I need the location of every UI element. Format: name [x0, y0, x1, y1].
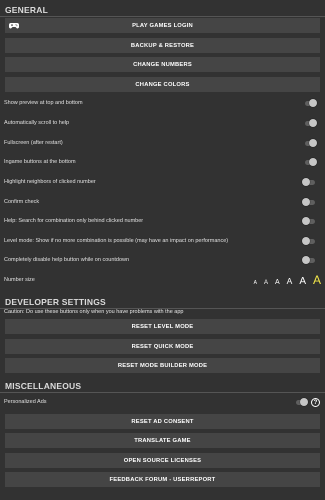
setting-label: Personalized Ads [4, 399, 47, 405]
setting-label: Highlight neighbors of clicked number [4, 179, 96, 185]
reset-quick-mode-button[interactable]: RESET QUICK MODE [5, 339, 320, 354]
setting-label: Ingame buttons at the bottom [4, 159, 76, 165]
toggle-switch[interactable] [304, 98, 318, 108]
number-size-option[interactable]: A [275, 279, 280, 286]
reset-mode-builder-button[interactable]: RESET MODE BUILDER MODE [5, 358, 320, 373]
number-size-option[interactable]: A [264, 280, 268, 286]
gamepad-icon [9, 23, 19, 29]
setting-label: Confirm check [4, 199, 40, 205]
toggle-switch[interactable] [302, 255, 316, 265]
setting-ingame-buttons-bottom[interactable]: Ingame buttons at the bottom [4, 155, 322, 169]
setting-personalized-ads[interactable]: Personalized Ads [4, 395, 322, 409]
help-icon[interactable]: ? [311, 398, 320, 407]
number-size-option[interactable]: A [299, 276, 306, 287]
setting-label: Automatically scroll to help [4, 120, 70, 126]
play-games-login-button[interactable]: PLAY GAMES LOGIN [5, 18, 320, 33]
reset-ad-consent-button[interactable]: RESET AD CONSENT [5, 414, 320, 429]
setting-label: Level mode: Show if no more combination … [4, 238, 229, 244]
change-colors-button[interactable]: CHANGE COLORS [5, 77, 320, 92]
reset-level-mode-button[interactable]: RESET LEVEL MODE [5, 319, 320, 334]
setting-show-preview[interactable]: Show preview at top and bottom [4, 96, 322, 110]
setting-label: Help: Search for combination only behind… [4, 218, 144, 224]
setting-auto-scroll[interactable]: Automatically scroll to help [4, 116, 322, 130]
setting-help-search[interactable]: Help: Search for combination only behind… [4, 214, 322, 228]
toggle-switch[interactable] [302, 197, 316, 207]
toggle-switch[interactable] [302, 177, 316, 187]
misc-section-header: MISCELLANEOUS [5, 381, 82, 391]
developer-caution-text: Caution: Do use these buttons only when … [4, 309, 184, 315]
setting-label: Fullscreen (after restart) [4, 140, 63, 146]
feedback-forum-button[interactable]: FEEDBACK FORUM - USERREPORT [5, 472, 320, 487]
section-divider [0, 392, 325, 393]
setting-disable-help-countdown[interactable]: Completely disable help button while on … [4, 253, 322, 267]
general-section-header: GENERAL [5, 5, 48, 15]
toggle-switch[interactable] [302, 236, 316, 246]
number-size-option[interactable]: A [254, 280, 257, 286]
setting-label: Completely disable help button while on … [4, 257, 130, 263]
toggle-switch[interactable] [304, 118, 318, 128]
translate-game-button[interactable]: TRANSLATE GAME [5, 433, 320, 448]
number-size-options: A A A A A A [254, 273, 321, 287]
number-size-option-selected[interactable]: A [313, 273, 321, 287]
setting-confirm-check[interactable]: Confirm check [4, 195, 322, 209]
setting-highlight-neighbors[interactable]: Highlight neighbors of clicked number [4, 175, 322, 189]
toggle-switch[interactable] [304, 138, 318, 148]
change-numbers-button[interactable]: CHANGE NUMBERS [5, 57, 320, 72]
developer-section-header: DEVELOPER SETTINGS [5, 297, 106, 307]
setting-level-mode-show[interactable]: Level mode: Show if no more combination … [4, 234, 322, 248]
setting-label: Show preview at top and bottom [4, 100, 83, 106]
setting-fullscreen[interactable]: Fullscreen (after restart) [4, 136, 322, 150]
section-divider [0, 16, 325, 17]
backup-restore-button[interactable]: BACKUP & RESTORE [5, 38, 320, 53]
number-size-option[interactable]: A [287, 276, 293, 286]
open-source-licenses-button[interactable]: OPEN SOURCE LICENSES [5, 453, 320, 468]
toggle-switch[interactable] [302, 216, 316, 226]
toggle-switch[interactable] [304, 157, 318, 167]
personalized-ads-toggle[interactable] [295, 397, 309, 407]
play-games-login-label: PLAY GAMES LOGIN [132, 22, 193, 29]
